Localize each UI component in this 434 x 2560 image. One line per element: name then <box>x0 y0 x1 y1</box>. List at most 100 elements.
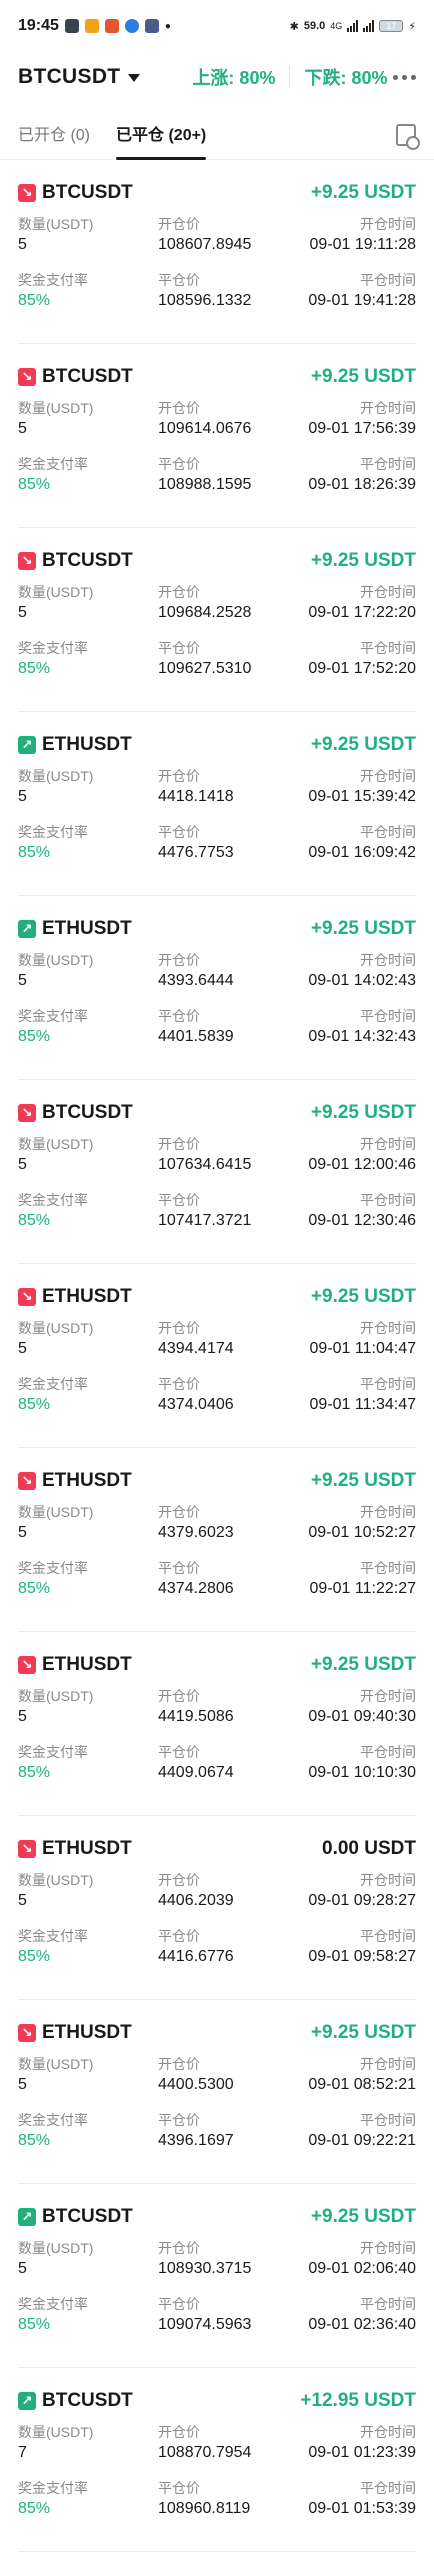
trade-row-open: 数量(USDT) 5 开仓价 108607.8945 开仓时间 09-01 19… <box>18 214 416 258</box>
caret-down-icon[interactable] <box>128 74 141 82</box>
close-price-label: 平仓价 <box>158 2296 200 2312</box>
network-type: 4G <box>330 21 343 31</box>
qty-label: 数量(USDT) <box>18 216 94 232</box>
header: BTCUSDT 上涨: 80% 下跌: 80% <box>0 52 434 102</box>
close-time-value: 09-01 10:10:30 <box>308 1764 416 1781</box>
open-time-label: 开仓时间 <box>360 1320 416 1336</box>
pair-selector[interactable]: BTCUSDT <box>18 65 120 89</box>
symbol-wrap: ↗ ETHUSDT <box>18 734 132 756</box>
arrow-down-right-icon: ↘ <box>18 1104 36 1122</box>
close-price-value: 4374.2806 <box>158 1580 234 1597</box>
symbol-wrap: ↘ ETHUSDT <box>18 1470 132 1492</box>
history-icon[interactable] <box>396 124 420 150</box>
trade-card-header: ↘ BTCUSDT +9.25 USDT <box>18 364 416 390</box>
close-time-value: 09-01 17:52:20 <box>308 660 416 677</box>
qty-value: 5 <box>18 972 27 989</box>
divider <box>289 66 291 88</box>
trade-row-open: 数量(USDT) 5 开仓价 108930.3715 开仓时间 09-01 02… <box>18 2238 416 2282</box>
trade-card[interactable]: ↘ BTCUSDT +9.25 USDT 数量(USDT) 5 开仓价 1096… <box>18 344 416 528</box>
trade-card[interactable]: ↗ BTCUSDT +12.95 USDT 数量(USDT) 7 开仓价 108… <box>18 2368 416 2552</box>
trade-card[interactable]: ↘ ETHUSDT 0.00 USDT 数量(USDT) 5 开仓价 4406.… <box>18 1816 416 2000</box>
qty-label: 数量(USDT) <box>18 400 94 416</box>
close-price-label: 平仓价 <box>158 824 200 840</box>
close-time-label: 平仓时间 <box>360 456 416 472</box>
open-price-value: 4379.6023 <box>158 1524 234 1541</box>
open-time-label: 开仓时间 <box>360 400 416 416</box>
open-price-value: 4418.1418 <box>158 788 234 805</box>
signal-icon <box>347 20 359 32</box>
trade-row-open: 数量(USDT) 5 开仓价 4379.6023 开仓时间 09-01 10:5… <box>18 1502 416 1546</box>
close-price-label: 平仓价 <box>158 1744 200 1760</box>
close-price-value: 4416.6776 <box>158 1948 234 1965</box>
payout-label: 奖金支付率 <box>18 1008 88 1024</box>
trade-card[interactable]: ↘ ETHUSDT +9.25 USDT 数量(USDT) 5 开仓价 4400… <box>18 2000 416 2184</box>
open-price-value: 109684.2528 <box>158 604 252 621</box>
arrow-down-right-icon: ↘ <box>18 1656 36 1674</box>
trade-pnl: +9.25 USDT <box>310 2022 416 2043</box>
qty-label: 数量(USDT) <box>18 1688 94 1704</box>
arrow-down-right-icon: ↘ <box>18 1840 36 1858</box>
trade-row-close: 奖金支付率 85% 平仓价 109627.5310 平仓时间 09-01 17:… <box>18 638 416 682</box>
open-time-value: 09-01 09:40:30 <box>308 1708 416 1725</box>
symbol-wrap: ↘ BTCUSDT <box>18 182 133 204</box>
trade-card[interactable]: ↘ ETHUSDT +9.25 USDT 数量(USDT) 5 开仓价 4419… <box>18 1632 416 1816</box>
qty-label: 数量(USDT) <box>18 1320 94 1336</box>
trade-symbol: ETHUSDT <box>42 1654 132 1675</box>
more-notifications-icon: ● <box>164 20 171 32</box>
qty-label: 数量(USDT) <box>18 2056 94 2072</box>
trade-pnl: +9.25 USDT <box>310 366 416 387</box>
open-price-value: 108607.8945 <box>158 236 252 253</box>
open-price-label: 开仓价 <box>158 2240 200 2256</box>
qty-value: 5 <box>18 420 27 437</box>
open-price-label: 开仓价 <box>158 1136 200 1152</box>
trade-card-header: ↘ ETHUSDT +9.25 USDT <box>18 1468 416 1494</box>
open-time-value: 09-01 08:52:21 <box>308 2076 416 2093</box>
qty-value: 5 <box>18 1340 27 1357</box>
open-price-label: 开仓价 <box>158 952 200 968</box>
qty-value: 5 <box>18 1524 27 1541</box>
trade-pnl: +9.25 USDT <box>310 182 416 203</box>
down-payout-rate: 下跌: 80% <box>304 68 388 88</box>
open-price-label: 开仓价 <box>158 400 200 416</box>
trade-row-open: 数量(USDT) 5 开仓价 4400.5300 开仓时间 09-01 08:5… <box>18 2054 416 2098</box>
open-time-value: 09-01 09:28:27 <box>308 1892 416 1909</box>
trade-symbol: ETHUSDT <box>42 918 132 939</box>
close-time-value: 09-01 19:41:28 <box>308 292 416 309</box>
tab-open-positions[interactable]: 已开仓 (0) <box>18 121 90 159</box>
tab-closed-positions[interactable]: 已平仓 (20+) <box>116 121 207 160</box>
symbol-wrap: ↗ BTCUSDT <box>18 2206 133 2228</box>
qty-value: 5 <box>18 2260 27 2277</box>
close-price-value: 109074.5963 <box>158 2316 252 2333</box>
trade-card-header: ↘ BTCUSDT +9.25 USDT <box>18 548 416 574</box>
close-price-label: 平仓价 <box>158 2480 200 2496</box>
open-price-value: 4400.5300 <box>158 2076 234 2093</box>
close-price-label: 平仓价 <box>158 640 200 656</box>
trade-card[interactable]: ↗ ETHUSDT +9.25 USDT 数量(USDT) 5 开仓价 4418… <box>18 712 416 896</box>
more-icon[interactable] <box>393 74 416 80</box>
trade-row-open: 数量(USDT) 5 开仓价 109684.2528 开仓时间 09-01 17… <box>18 582 416 626</box>
payout-label: 奖金支付率 <box>18 456 88 472</box>
open-price-label: 开仓价 <box>158 2424 200 2440</box>
trade-row-close: 奖金支付率 85% 平仓价 108596.1332 平仓时间 09-01 19:… <box>18 270 416 314</box>
symbol-wrap: ↘ BTCUSDT <box>18 550 133 572</box>
trade-pnl: +9.25 USDT <box>310 1102 416 1123</box>
close-price-value: 109627.5310 <box>158 660 252 677</box>
trade-card[interactable]: ↘ ETHUSDT +9.25 USDT 数量(USDT) 5 开仓价 4379… <box>18 1448 416 1632</box>
symbol-wrap: ↗ ETHUSDT <box>18 918 132 940</box>
trade-card[interactable]: ↘ BTCUSDT +9.25 USDT 数量(USDT) 5 开仓价 1096… <box>18 528 416 712</box>
payout-value: 85% <box>18 1948 51 1965</box>
payout-value: 85% <box>18 2316 51 2333</box>
arrow-down-right-icon: ↘ <box>18 184 36 202</box>
close-time-label: 平仓时间 <box>360 1192 416 1208</box>
close-price-value: 108960.8119 <box>158 2500 251 2517</box>
trade-card[interactable]: ↘ BTCUSDT +9.25 USDT 数量(USDT) 5 开仓价 1086… <box>18 160 416 344</box>
trade-card[interactable]: ↘ BTCUSDT +9.25 USDT 数量(USDT) 5 开仓价 1076… <box>18 1080 416 1264</box>
trade-card[interactable]: ↗ BTCUSDT +9.25 USDT 数量(USDT) 5 开仓价 1089… <box>18 2184 416 2368</box>
arrow-down-right-icon: ↘ <box>18 1472 36 1490</box>
open-time-label: 开仓时间 <box>360 952 416 968</box>
trade-card[interactable]: ↘ ETHUSDT +9.25 USDT 数量(USDT) 5 开仓价 4394… <box>18 1264 416 1448</box>
payout-label: 奖金支付率 <box>18 2296 88 2312</box>
trade-card-header: ↗ ETHUSDT +9.25 USDT <box>18 916 416 942</box>
close-price-label: 平仓价 <box>158 456 200 472</box>
trade-card[interactable]: ↗ ETHUSDT +9.25 USDT 数量(USDT) 5 开仓价 4393… <box>18 896 416 1080</box>
